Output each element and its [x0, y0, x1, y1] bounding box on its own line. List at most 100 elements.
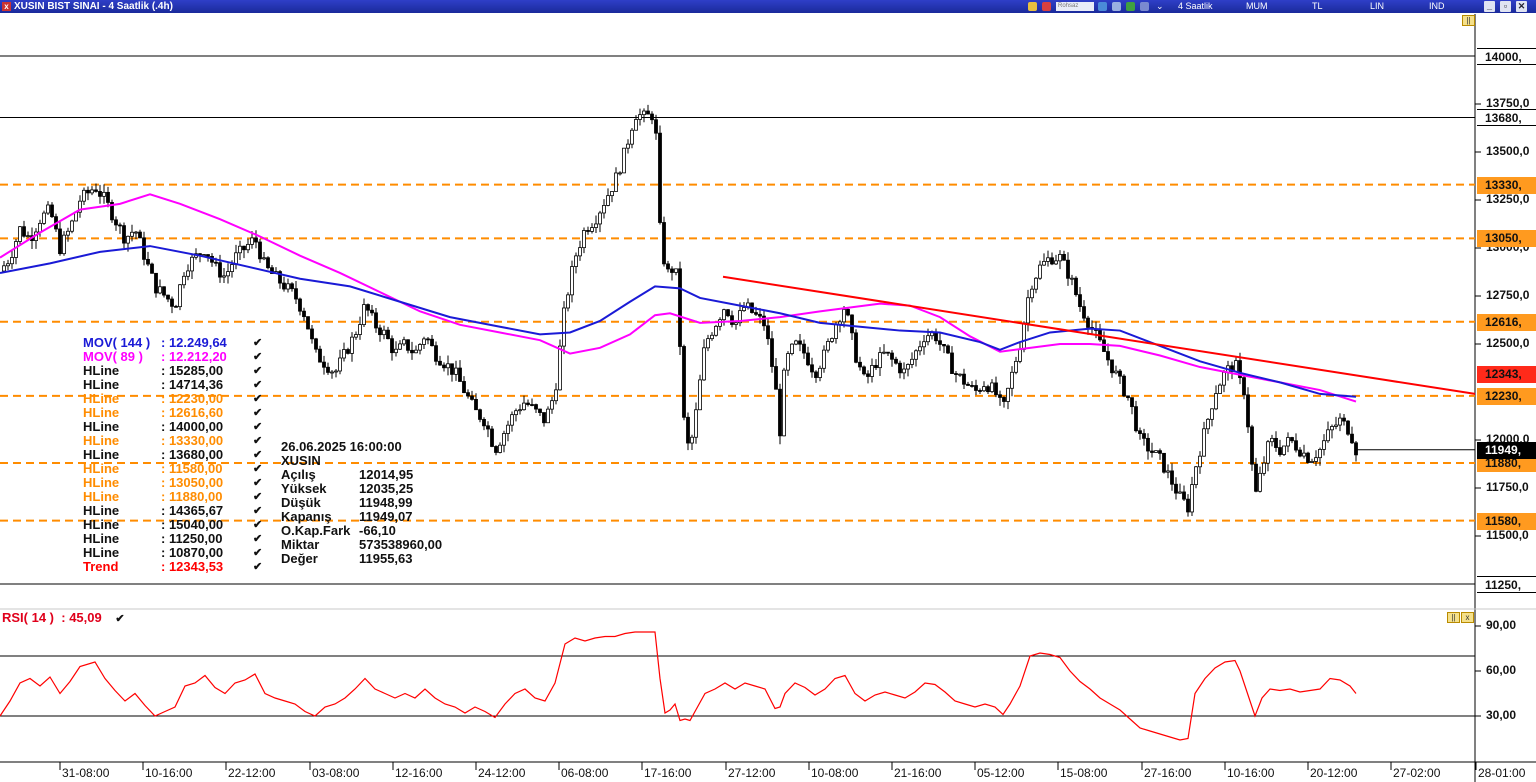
candle-body [350, 336, 354, 354]
candle-body [442, 364, 446, 369]
candle-body [578, 247, 582, 257]
rsi-check-icon[interactable]: ✔ [115, 613, 124, 625]
legend-check-icon[interactable]: ✔ [253, 364, 262, 378]
candle-body [1286, 437, 1290, 447]
legend-check-icon[interactable]: ✔ [253, 434, 262, 448]
candle-body [1274, 437, 1278, 448]
info-value: 12035,25 [359, 481, 414, 496]
candle-body [298, 298, 302, 312]
candle-body [982, 386, 986, 392]
legend-check-icon[interactable]: ✔ [253, 378, 262, 392]
candle-body [1038, 264, 1042, 279]
candle-body [630, 129, 634, 145]
price-chart[interactable] [0, 0, 1536, 782]
legend-check-icon[interactable]: ✔ [253, 476, 262, 490]
candle-body [182, 275, 186, 286]
candle-body [626, 143, 630, 149]
legend-name: HLine [83, 433, 120, 448]
legend-value: : 13330,00 [161, 433, 224, 448]
candle-body [1206, 418, 1210, 430]
candle-body [670, 268, 674, 273]
legend-check-icon[interactable]: ✔ [253, 350, 262, 364]
rsi-panel-pin-button[interactable]: || [1447, 612, 1460, 623]
legend-check-icon[interactable]: ✔ [253, 420, 262, 434]
candle-body [794, 340, 798, 345]
legend-value: : 13680,00 [161, 447, 224, 462]
legend-check-icon[interactable]: ✔ [253, 518, 262, 532]
candle-body [862, 366, 866, 375]
candle-body [1294, 440, 1298, 451]
rsi-tick-label: 30,00 [1486, 708, 1517, 722]
info-label: Miktar [281, 537, 320, 552]
candle-body [846, 309, 850, 316]
candle-body [1234, 360, 1238, 372]
legend-check-icon[interactable]: ✔ [253, 406, 262, 420]
candle-body [734, 322, 738, 325]
legend-check-icon[interactable]: ✔ [253, 448, 262, 462]
candle-body [638, 114, 642, 120]
legend-check-icon[interactable]: ✔ [253, 336, 262, 350]
candle-body [1326, 429, 1330, 442]
candle-body [206, 254, 210, 257]
legend-check-icon[interactable]: ✔ [253, 546, 262, 560]
candle-body [418, 344, 422, 351]
candle-body [1118, 370, 1122, 377]
legend-value: : 13050,00 [161, 475, 224, 490]
candle-body [1198, 455, 1202, 468]
candle-body [1062, 254, 1066, 261]
candle-body [1186, 498, 1190, 513]
price-tick-label: 11500,0 [1486, 528, 1529, 542]
legend-value: : 12.212,20 [161, 349, 227, 364]
candle-body [1270, 437, 1274, 443]
candle-body [850, 314, 854, 334]
price-tick-label: 13500,0 [1486, 144, 1530, 158]
candle-body [22, 226, 26, 237]
candle-body [1298, 449, 1302, 457]
legend-check-icon[interactable]: ✔ [253, 392, 262, 406]
candle-body [374, 312, 378, 329]
candle-body [598, 212, 602, 225]
candle-body [606, 195, 610, 206]
legend-check-icon[interactable]: ✔ [253, 560, 262, 574]
legend-check-icon[interactable]: ✔ [253, 490, 262, 504]
candle-body [142, 237, 146, 260]
candle-body [286, 283, 290, 290]
candle-body [458, 367, 462, 382]
candle-body [926, 335, 930, 343]
legend-name: HLine [83, 475, 120, 490]
candle-body [858, 361, 862, 368]
candle-body [134, 231, 138, 234]
candle-body [1322, 440, 1326, 450]
info-symbol: XUSIN [281, 453, 321, 468]
price-tick-label: 13750,0 [1486, 96, 1530, 110]
candle-body [170, 298, 174, 307]
candle-body [1282, 445, 1286, 455]
candle-body [1290, 437, 1294, 442]
candle-body [94, 189, 98, 192]
time-tick-label: 24-12:00 [478, 766, 526, 780]
rsi-panel-close-button[interactable]: x [1461, 612, 1474, 623]
candle-body [1302, 452, 1306, 457]
legend-check-icon[interactable]: ✔ [253, 532, 262, 546]
candle-body [590, 227, 594, 232]
candle-body [1146, 437, 1150, 452]
info-value: -66,10 [359, 523, 396, 538]
candle-body [382, 329, 386, 336]
price-panel-pin-button[interactable]: || [1462, 15, 1475, 26]
candle-body [366, 304, 370, 311]
candle-body [646, 110, 650, 115]
candle-body [518, 409, 522, 412]
candle-body [1122, 375, 1126, 397]
legend-check-icon[interactable]: ✔ [253, 462, 262, 476]
time-tick-label: 15-08:00 [1060, 766, 1108, 780]
candle-body [1182, 491, 1186, 500]
candle-body [1066, 259, 1070, 279]
legend-check-icon[interactable]: ✔ [253, 504, 262, 518]
candle-body [266, 257, 270, 269]
candle-body [10, 257, 14, 265]
candle-body [1310, 461, 1314, 463]
info-value: 12014,95 [359, 467, 414, 482]
candle-body [922, 341, 926, 348]
candle-body [334, 370, 338, 373]
candle-body [1022, 322, 1026, 350]
